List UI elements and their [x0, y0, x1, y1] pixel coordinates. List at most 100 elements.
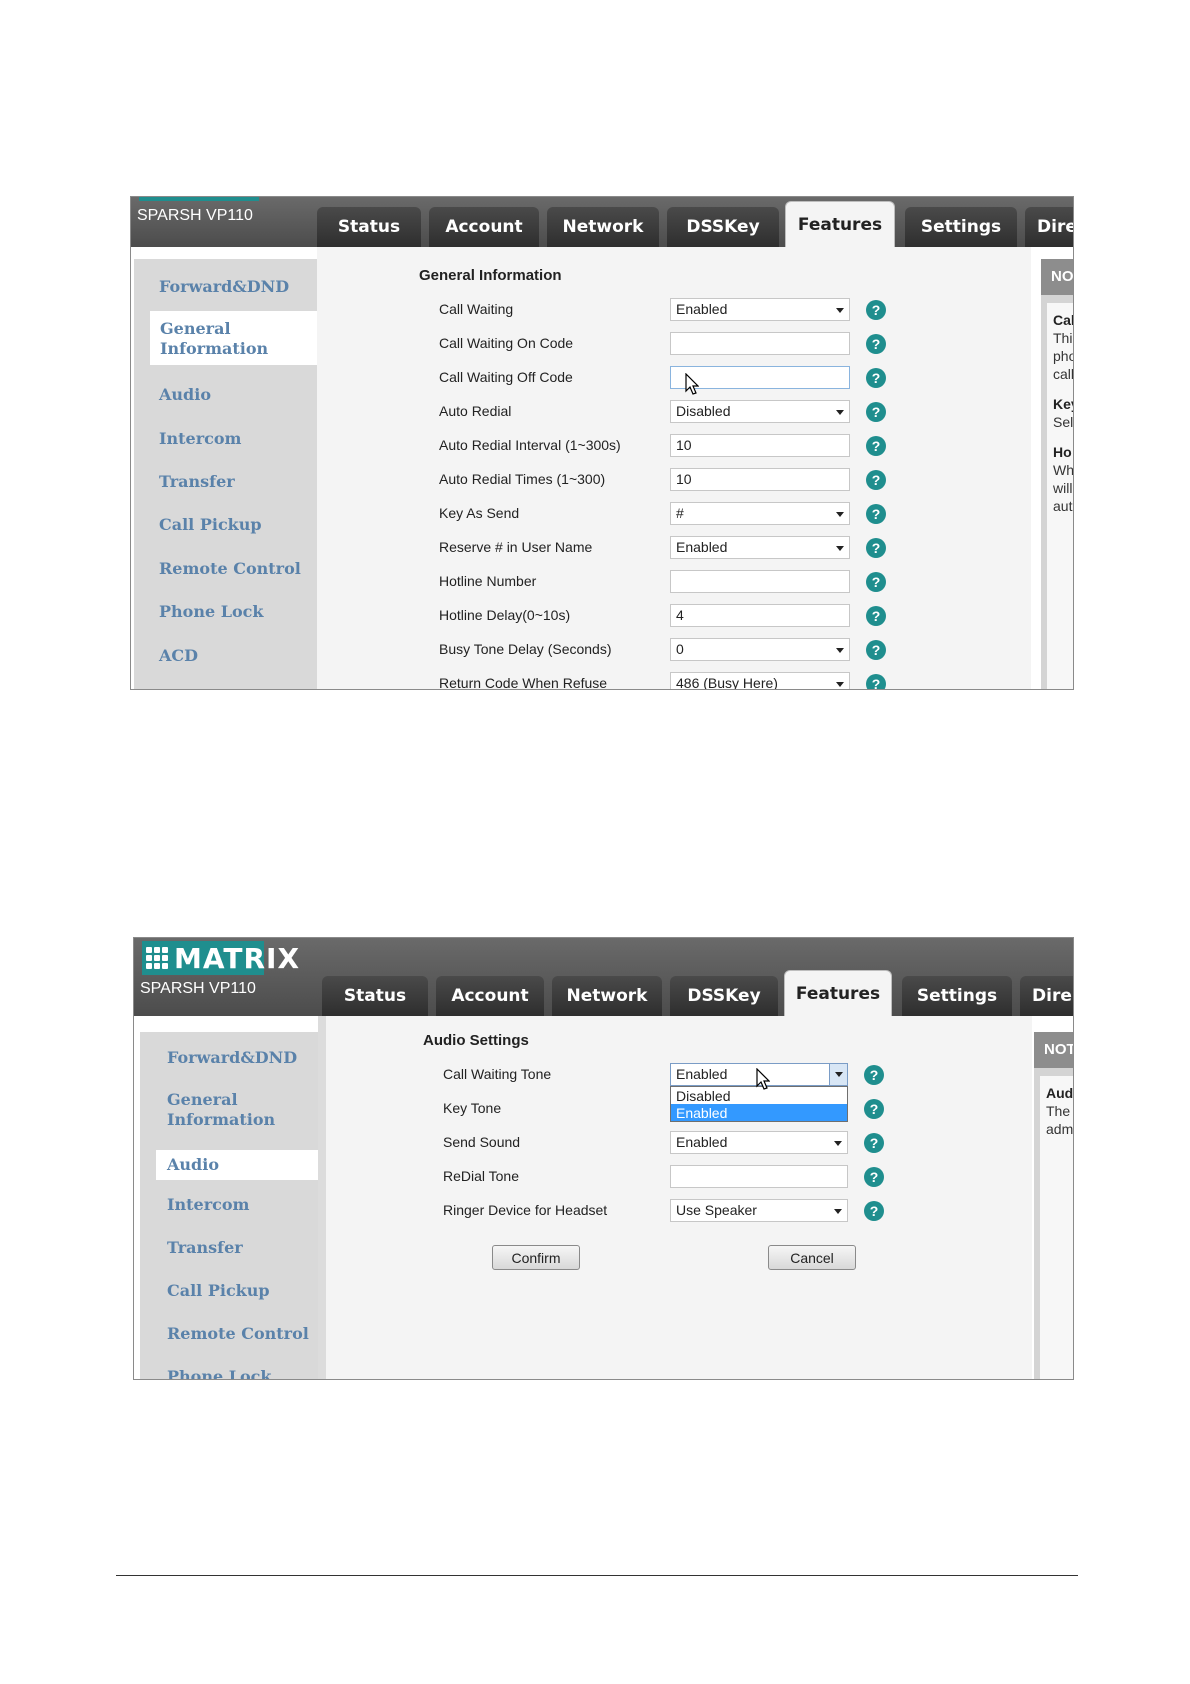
tab-features[interactable]: Features — [784, 970, 892, 1016]
label-ringer-device-for-headset: Ringer Device for Headset — [443, 1202, 608, 1218]
call-waiting-select[interactable]: Enabled — [670, 298, 850, 321]
label-call-waiting-off-code: Call Waiting Off Code — [439, 369, 573, 385]
help-icon[interactable]: ? — [866, 368, 886, 388]
key-as-send-select[interactable]: # — [670, 502, 850, 525]
tab-network[interactable]: Network — [547, 207, 659, 247]
sidebar-item-general-information[interactable]: General Information — [140, 1090, 275, 1130]
note-body: Aud The adm — [1040, 1076, 1074, 1379]
tab-account[interactable]: Account — [429, 207, 539, 247]
logo-strip — [139, 197, 259, 201]
send-sound-select[interactable]: Enabled — [670, 1131, 848, 1154]
help-icon[interactable]: ? — [864, 1065, 884, 1085]
note-line: pho — [1053, 348, 1073, 364]
label-call-waiting-tone: Call Waiting Tone — [443, 1066, 552, 1082]
label-key-as-send: Key As Send — [439, 505, 520, 521]
note-line: will — [1053, 480, 1073, 496]
sidebar-item-call-pickup[interactable]: Call Pickup — [140, 1281, 270, 1301]
tab-directory[interactable]: Dire — [1025, 207, 1073, 247]
sidebar-item-transfer[interactable]: Transfer — [140, 1238, 243, 1258]
sidebar-item-audio[interactable]: Audio — [156, 1150, 318, 1180]
tab-features[interactable]: Features — [785, 201, 895, 247]
sidebar-item-intercom[interactable]: Intercom — [134, 429, 241, 449]
reserve-in-user-name-select[interactable]: Enabled — [670, 536, 850, 559]
note-line: Key — [1053, 396, 1073, 412]
tab-account[interactable]: Account — [436, 976, 544, 1016]
sidebar-item-phone-lock[interactable]: Phone Lock — [140, 1367, 271, 1379]
help-icon[interactable]: ? — [866, 300, 886, 320]
tab-network[interactable]: Network — [552, 976, 662, 1016]
note-panel: NOT Aud The adm — [1034, 1032, 1074, 1379]
dropdown-option-enabled[interactable]: Enabled — [671, 1104, 847, 1121]
auto-redial-times-input[interactable]: 10 — [670, 468, 850, 491]
tab-dsskey[interactable]: DSSKey — [670, 976, 778, 1016]
sidebar-item-acd[interactable]: ACD — [134, 646, 198, 666]
settings-panel: General Information Call Waiting Enabled… — [317, 247, 1031, 690]
note-line: aut — [1053, 498, 1073, 514]
help-icon[interactable]: ? — [866, 674, 886, 689]
auto-redial-select[interactable]: Disabled — [670, 400, 850, 423]
note-line: call — [1053, 366, 1074, 382]
help-icon[interactable]: ? — [866, 538, 886, 558]
note-line: Thi — [1053, 330, 1073, 346]
sidebar-item-forward-dnd[interactable]: Forward&DND — [134, 277, 289, 297]
note-line: Aud — [1046, 1085, 1074, 1101]
return-code-when-refuse-select[interactable]: 486 (Busy Here) — [670, 672, 850, 689]
ringer-device-select[interactable]: Use Speaker — [670, 1199, 848, 1222]
sidebar-item-intercom[interactable]: Intercom — [140, 1195, 249, 1215]
sidebar-item-general-information[interactable]: General Information — [150, 311, 317, 365]
section-title: General Information — [419, 267, 562, 284]
label-auto-redial-interval: Auto Redial Interval (1~300s) — [439, 437, 621, 453]
logo-text: MATRIX — [174, 941, 301, 975]
help-icon[interactable]: ? — [864, 1201, 884, 1221]
chevron-down-icon[interactable] — [829, 1064, 847, 1085]
sidebar-item-audio[interactable]: Audio — [134, 385, 211, 405]
help-icon[interactable]: ? — [866, 606, 886, 626]
label-call-waiting: Call Waiting — [439, 301, 514, 317]
tab-status[interactable]: Status — [317, 207, 421, 247]
note-line: Ho — [1053, 444, 1072, 460]
label-auto-redial: Auto Redial — [439, 403, 512, 419]
screenshot-audio-settings: MATRIX SPARSH VP110 Status Account Netwo… — [133, 937, 1074, 1380]
tab-directory[interactable]: Dire — [1020, 976, 1073, 1016]
hotline-number-input[interactable] — [670, 570, 850, 593]
help-icon[interactable]: ? — [864, 1099, 884, 1119]
label-send-sound: Send Sound — [443, 1134, 521, 1150]
sidebar-item-remote-control[interactable]: Remote Control — [140, 1324, 309, 1344]
tab-dsskey[interactable]: DSSKey — [667, 207, 779, 247]
note-panel: NO Cal Thi pho call Key Sel Ho Wh will a… — [1041, 259, 1074, 689]
sidebar-item-remote-control[interactable]: Remote Control — [134, 559, 301, 579]
hotline-delay-input[interactable]: 4 — [670, 604, 850, 627]
note-header: NOT — [1034, 1032, 1073, 1068]
cancel-button[interactable]: Cancel — [768, 1245, 856, 1270]
help-icon[interactable]: ? — [866, 504, 886, 524]
help-icon[interactable]: ? — [866, 470, 886, 490]
label-return-code-when-refuse: Return Code When Refuse — [439, 675, 608, 690]
help-icon[interactable]: ? — [866, 572, 886, 592]
sidebar-item-phone-lock[interactable]: Phone Lock — [134, 602, 263, 622]
tab-settings[interactable]: Settings — [905, 207, 1017, 247]
help-icon[interactable]: ? — [864, 1167, 884, 1187]
call-waiting-on-code-input[interactable] — [670, 332, 850, 355]
help-icon[interactable]: ? — [866, 402, 886, 422]
redial-tone-field[interactable] — [670, 1165, 848, 1188]
help-icon[interactable]: ? — [866, 436, 886, 456]
note-body: Cal Thi pho call Key Sel Ho Wh will aut — [1047, 303, 1074, 689]
help-icon[interactable]: ? — [866, 640, 886, 660]
tab-settings[interactable]: Settings — [902, 976, 1012, 1016]
sidebar: Forward&DND General Information Audio In… — [140, 1032, 318, 1379]
sidebar-item-transfer[interactable]: Transfer — [134, 472, 235, 492]
help-icon[interactable]: ? — [866, 334, 886, 354]
note-line: Wh — [1053, 462, 1074, 478]
busy-tone-delay-select[interactable]: 0 — [670, 638, 850, 661]
label-busy-tone-delay: Busy Tone Delay (Seconds) — [439, 641, 612, 657]
sidebar-item-call-pickup[interactable]: Call Pickup — [134, 515, 262, 535]
auto-redial-interval-input[interactable]: 10 — [670, 434, 850, 457]
help-icon[interactable]: ? — [864, 1133, 884, 1153]
confirm-button[interactable]: Confirm — [492, 1245, 580, 1270]
sidebar-item-forward-dnd[interactable]: Forward&DND — [140, 1048, 297, 1068]
note-line: Sel — [1053, 414, 1074, 430]
label-redial-tone: ReDial Tone — [443, 1168, 520, 1184]
product-name: SPARSH VP110 — [137, 207, 253, 224]
tab-status[interactable]: Status — [322, 976, 428, 1016]
product-name: SPARSH VP110 — [140, 980, 256, 997]
